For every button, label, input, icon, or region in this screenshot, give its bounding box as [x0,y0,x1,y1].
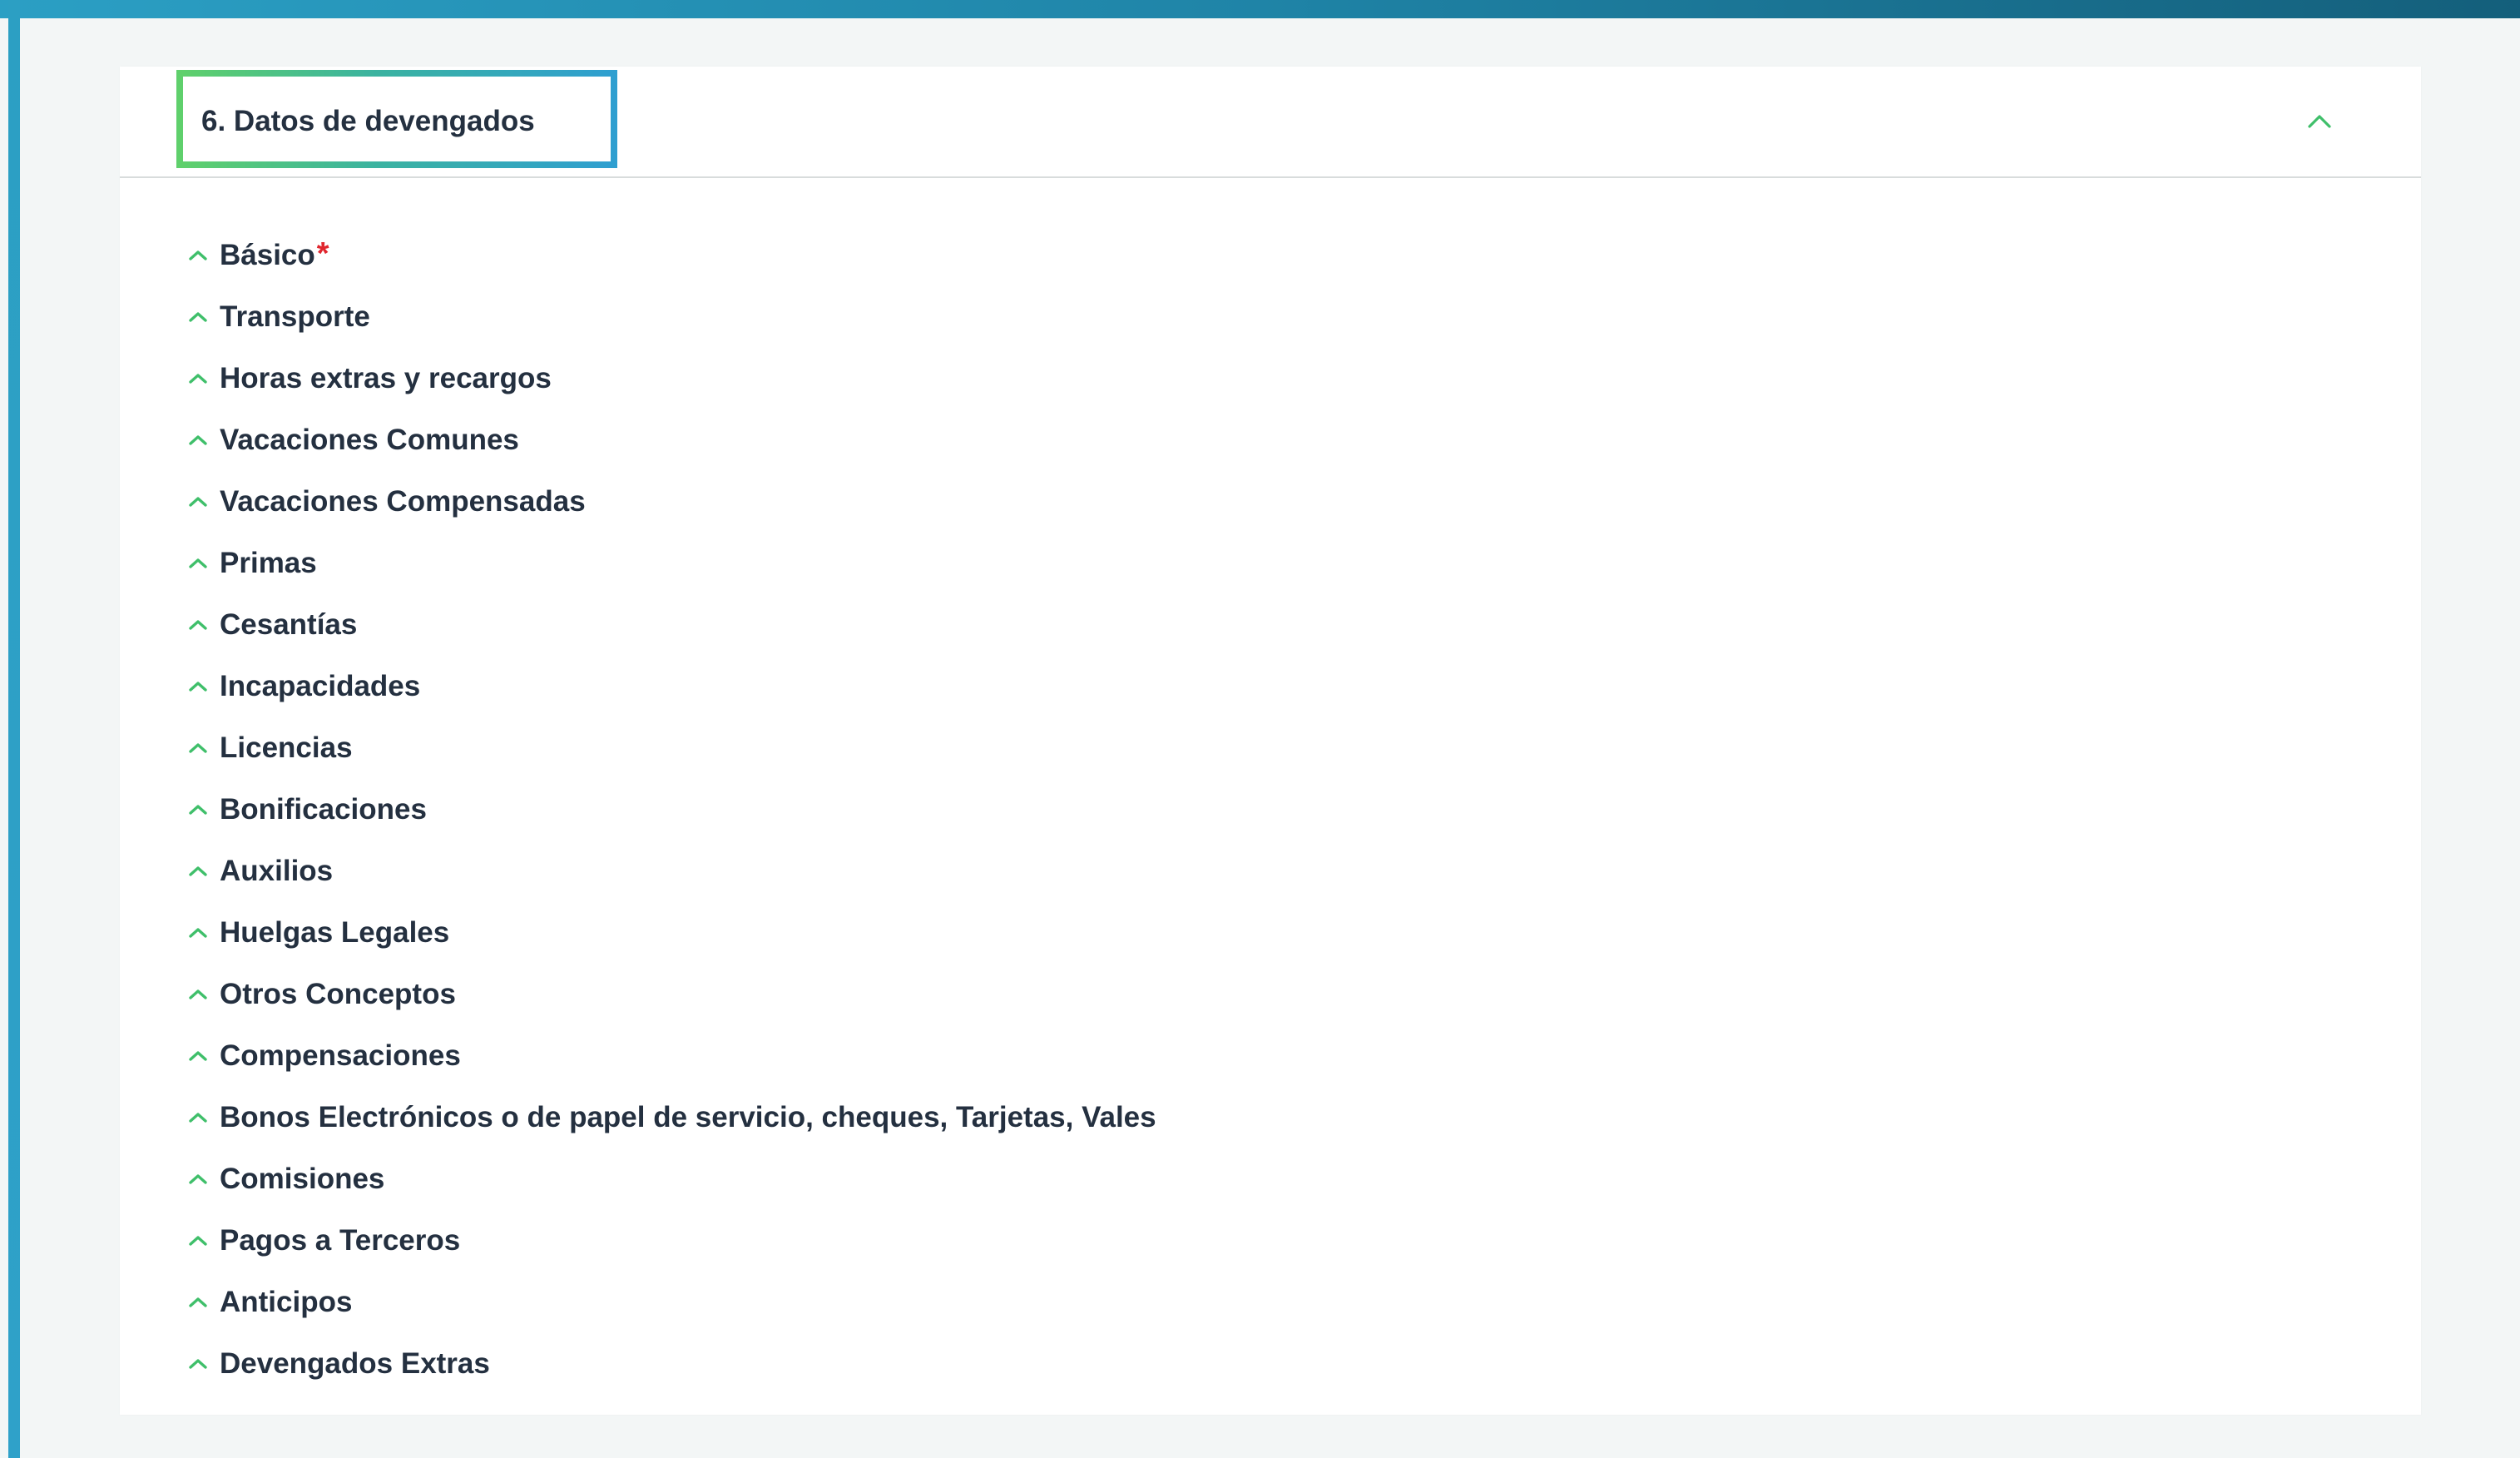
accordion-item-label: Otros Conceptos [220,978,456,1010]
chevron-up-icon [186,1044,210,1068]
accordion-item[interactable]: Incapacidades [186,656,2421,717]
chevron-up-icon [186,798,210,821]
accordion-item[interactable]: Huelgas Legales [186,902,2421,964]
accordion-item-label: Vacaciones Comunes [220,424,519,456]
accordion-item[interactable]: Anticipos [186,1272,2421,1333]
accordion-item-label: Devengados Extras [220,1347,490,1380]
chevron-up-icon [186,490,210,513]
accordion-item-label: Huelgas Legales [220,916,450,949]
accordion-item-label: Básico [220,239,315,271]
section-title-highlight: 6. Datos de devengados [176,70,617,168]
accordion-item-label: Cesantías [220,608,358,641]
accordion-item-label: Pagos a Terceros [220,1224,461,1257]
accordion-item[interactable]: Vacaciones Compensadas [186,471,2421,533]
collapse-section-button[interactable] [2300,103,2339,143]
accordion-item[interactable]: Otros Conceptos [186,964,2421,1025]
accordion-item[interactable]: Pagos a Terceros [186,1210,2421,1272]
chevron-up-icon [186,921,210,945]
required-asterisk: * [316,236,329,271]
accordion-item[interactable]: Básico * [186,225,2421,286]
accordion-item[interactable]: Cesantías [186,594,2421,656]
accordion-item[interactable]: Transporte [186,286,2421,348]
chevron-up-icon [186,1106,210,1129]
window-top-border [0,0,2520,18]
section-header[interactable]: 6. Datos de devengados [120,67,2421,178]
accordion-item[interactable]: Primas [186,533,2421,594]
accordion-item-label: Incapacidades [220,670,421,702]
chevron-up-icon [186,1291,210,1314]
chevron-up-icon [186,860,210,883]
accordion-item[interactable]: Bonificaciones [186,779,2421,841]
accordion-item[interactable]: Horas extras y recargos [186,348,2421,409]
accordion-item-label: Anticipos [220,1286,353,1318]
accordion-item[interactable]: Comisiones [186,1148,2421,1210]
accordion-item[interactable]: Licencias [186,717,2421,779]
accordion-item-label: Vacaciones Compensadas [220,485,586,518]
chevron-up-icon [186,1168,210,1191]
accordion-item-label: Comisiones [220,1163,385,1195]
accordion-item-label: Bonificaciones [220,793,427,826]
section-card: 6. Datos de devengados Básico * Transporte… [120,67,2421,1415]
chevron-up-icon [186,613,210,637]
chevron-up-icon [186,429,210,452]
accordion-item-label: Transporte [220,300,370,333]
accordion-item-label: Primas [220,547,317,579]
chevron-up-icon [186,305,210,329]
section-title: 6. Datos de devengados [201,105,535,137]
accordion-item-label: Compensaciones [220,1039,461,1072]
accordion-item[interactable]: Compensaciones [186,1025,2421,1087]
chevron-up-icon [186,1352,210,1376]
chevron-up-icon [186,983,210,1006]
accordion-item-label: Horas extras y recargos [220,362,552,394]
chevron-up-icon [186,736,210,760]
chevron-up-icon [2307,113,2332,134]
chevron-up-icon [186,552,210,575]
accordion-item-label: Licencias [220,731,353,764]
accordion-item[interactable]: Vacaciones Comunes [186,409,2421,471]
accordion-item[interactable]: Bonos Electrónicos o de papel de servici… [186,1087,2421,1148]
chevron-up-icon [186,244,210,267]
accordion-item[interactable]: Devengados Extras [186,1333,2421,1395]
accordion-item-label: Auxilios [220,855,334,887]
devengados-list: Básico * Transporte Horas extras y recargos… [186,225,2421,1395]
chevron-up-icon [186,367,210,390]
chevron-up-icon [186,675,210,698]
accordion-item-label: Bonos Electrónicos o de papel de servici… [220,1101,1156,1133]
accordion-item[interactable]: Auxilios [186,841,2421,902]
window-left-border [8,0,20,1458]
chevron-up-icon [186,1229,210,1252]
